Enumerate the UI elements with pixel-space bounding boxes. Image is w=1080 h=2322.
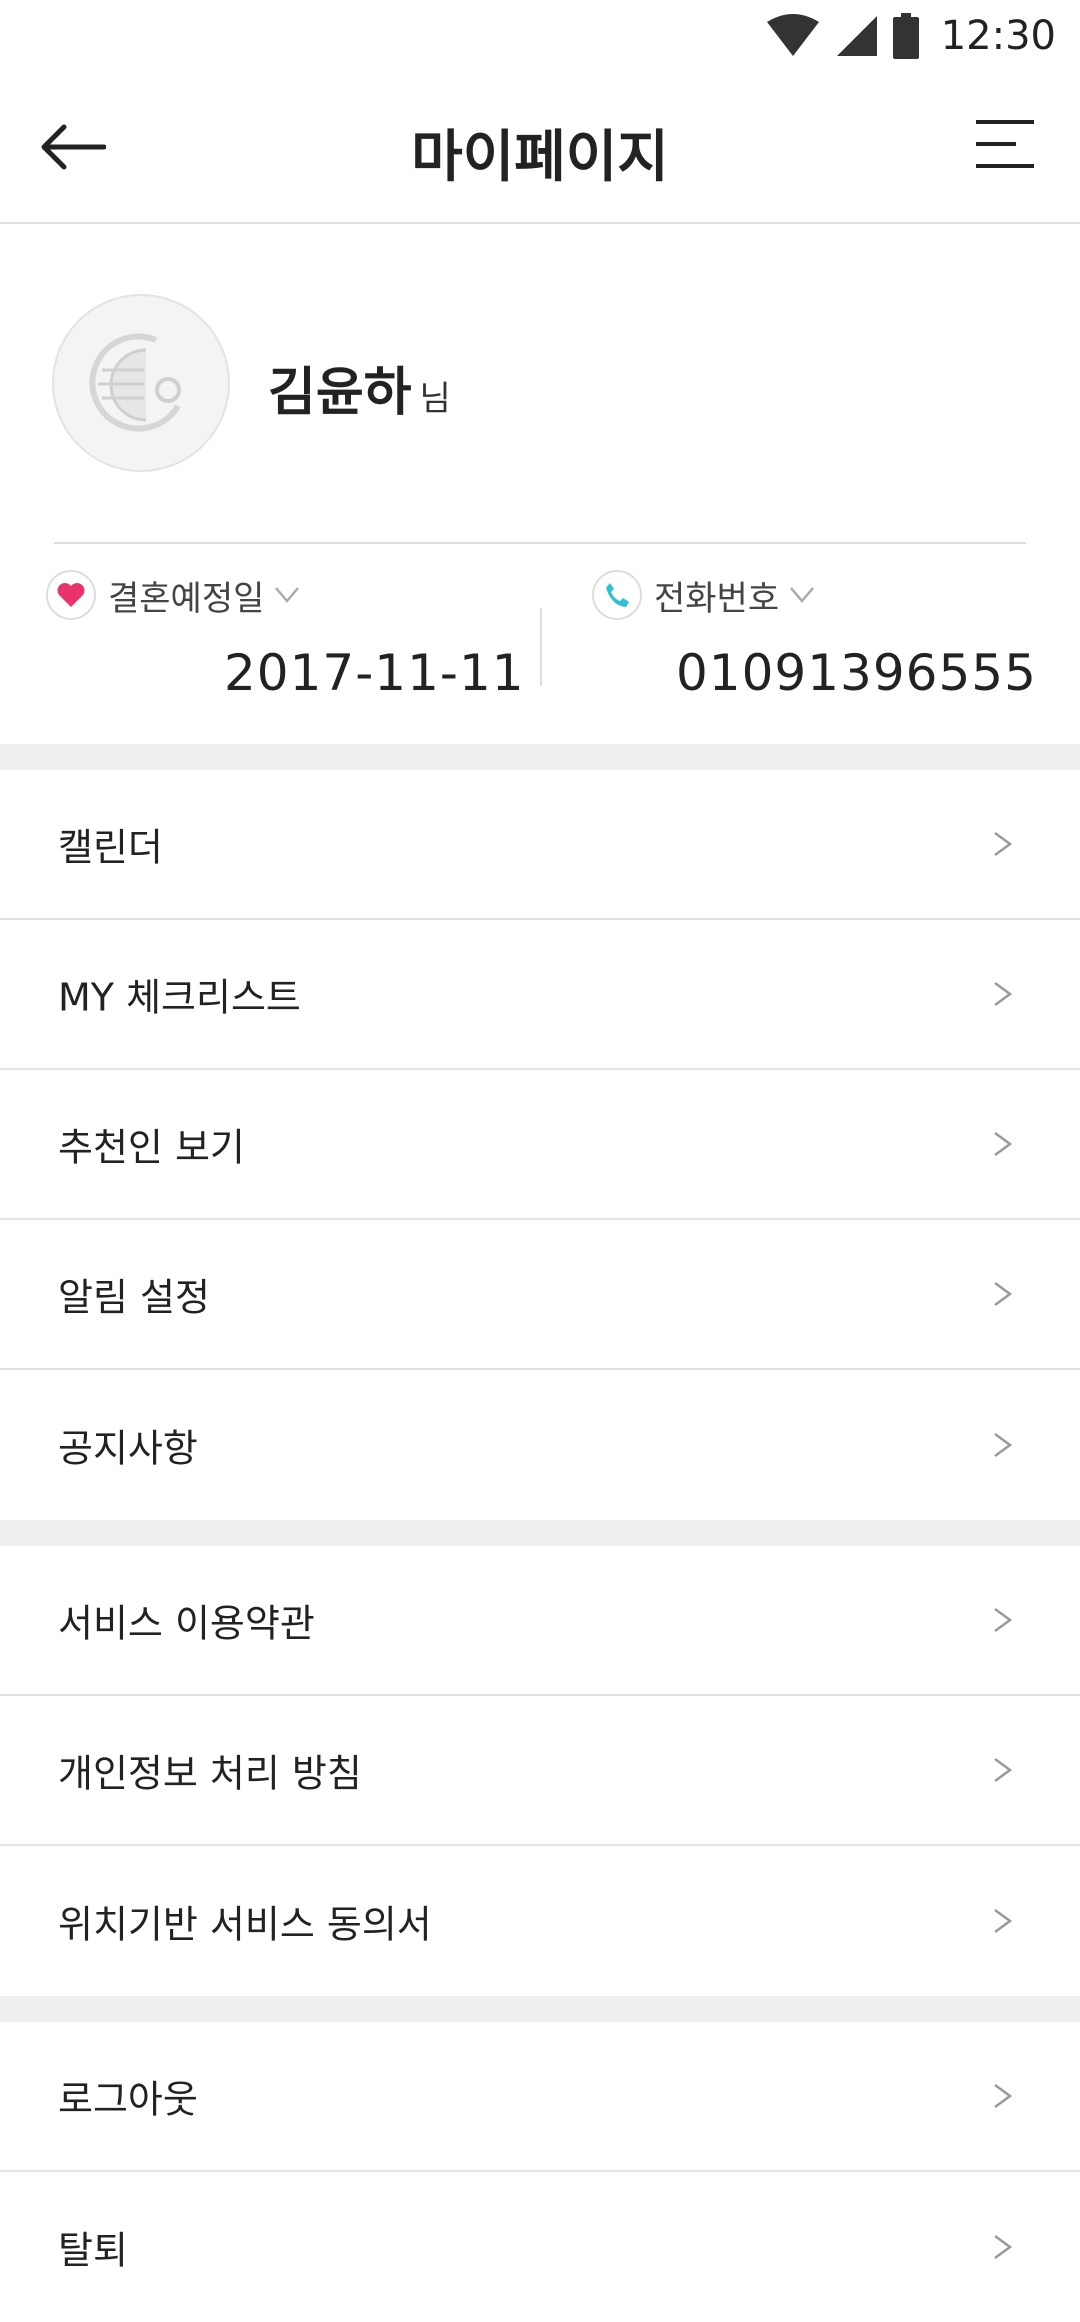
menu-item-calendar[interactable]: 캘린더 (0, 770, 1080, 920)
menu-item-label: 로그아웃 (58, 2077, 198, 2122)
chevron-right-icon (994, 1432, 1013, 1458)
user-name-text: 김윤하 (268, 363, 412, 423)
name-suffix: 님 (419, 379, 451, 419)
menu-group-account: 로그아웃 탈퇴 (0, 2022, 1080, 2322)
phone-number-label: 전화번호 (654, 578, 780, 619)
avatar[interactable] (52, 294, 230, 472)
phone-number-selector[interactable]: 전화번호 (592, 570, 815, 620)
status-bar: 12:30 (0, 0, 1080, 72)
menu-item-terms-of-service[interactable]: 서비스 이용약관 (0, 1546, 1080, 1696)
default-avatar-icon (89, 333, 181, 432)
chevron-right-icon (994, 1607, 1013, 1633)
chevron-right-icon (994, 981, 1013, 1007)
phone-number-value: 01091396555 (676, 644, 1037, 702)
chevron-down-icon (275, 587, 300, 603)
section-gap (0, 744, 1080, 770)
menu-item-logout[interactable]: 로그아웃 (0, 2022, 1080, 2172)
wedding-date-value: 2017-11-11 (224, 644, 525, 702)
chevron-down-icon (790, 587, 815, 603)
menu-item-label: 서비스 이용약관 (58, 1601, 315, 1646)
chevron-right-icon (994, 2083, 1013, 2109)
app-bar: 마이페이지 (0, 72, 1080, 224)
menu-item-label: 추천인 보기 (58, 1125, 245, 1170)
menu-item-my-checklist[interactable]: MY 체크리스트 (0, 920, 1080, 1070)
menu-item-label: 위치기반 서비스 동의서 (58, 1902, 432, 1947)
battery-icon (892, 13, 919, 59)
menu-item-notification-settings[interactable]: 알림 설정 (0, 1220, 1080, 1370)
chevron-right-icon (994, 1757, 1013, 1783)
chevron-right-icon (994, 1281, 1013, 1307)
menu-item-location-consent[interactable]: 위치기반 서비스 동의서 (0, 1846, 1080, 1996)
chevron-right-icon (994, 1131, 1013, 1157)
signal-icon (836, 16, 877, 56)
page-title: 마이페이지 (411, 125, 669, 190)
wifi-icon (766, 14, 819, 56)
wedding-date-label: 결혼예정일 (108, 578, 265, 619)
status-icons: 12:30 (765, 8, 1056, 64)
menu-group-legal: 서비스 이용약관 개인정보 처리 방침 위치기반 서비스 동의서 (0, 1546, 1080, 1996)
hamburger-menu-icon (976, 120, 1034, 168)
menu-item-notices[interactable]: 공지사항 (0, 1370, 1080, 1520)
section-gap (0, 1996, 1080, 2022)
menu-item-withdraw[interactable]: 탈퇴 (0, 2172, 1080, 2322)
menu-item-privacy-policy[interactable]: 개인정보 처리 방침 (0, 1696, 1080, 1846)
chevron-right-icon (994, 1908, 1013, 1934)
chevron-right-icon (994, 831, 1013, 857)
menu-item-label: 탈퇴 (58, 2228, 128, 2273)
menu-item-referrals[interactable]: 추천인 보기 (0, 1070, 1080, 1220)
phone-icon (592, 570, 642, 620)
heart-icon (46, 570, 96, 620)
status-time: 12:30 (940, 13, 1056, 59)
user-name: 김윤하 님 (268, 350, 451, 425)
section-gap (0, 1520, 1080, 1546)
chevron-right-icon (994, 2234, 1013, 2260)
menu-item-label: 개인정보 처리 방침 (58, 1751, 362, 1796)
menu-item-label: MY 체크리스트 (58, 975, 301, 1020)
wedding-date-selector[interactable]: 결혼예정일 (46, 570, 300, 620)
info-separator (540, 608, 542, 686)
menu-group-main: 캘린더 MY 체크리스트 추천인 보기 알림 설정 공지사항 (0, 770, 1080, 1520)
info-row: 결혼예정일 2017-11-11 전화번호 01091396555 (0, 544, 1080, 744)
menu-item-label: 공지사항 (58, 1426, 198, 1471)
menu-button[interactable] (970, 116, 1040, 176)
menu-item-label: 알림 설정 (58, 1275, 210, 1320)
profile-section: 김윤하 님 (0, 222, 1080, 544)
menu-item-label: 캘린더 (58, 825, 163, 870)
